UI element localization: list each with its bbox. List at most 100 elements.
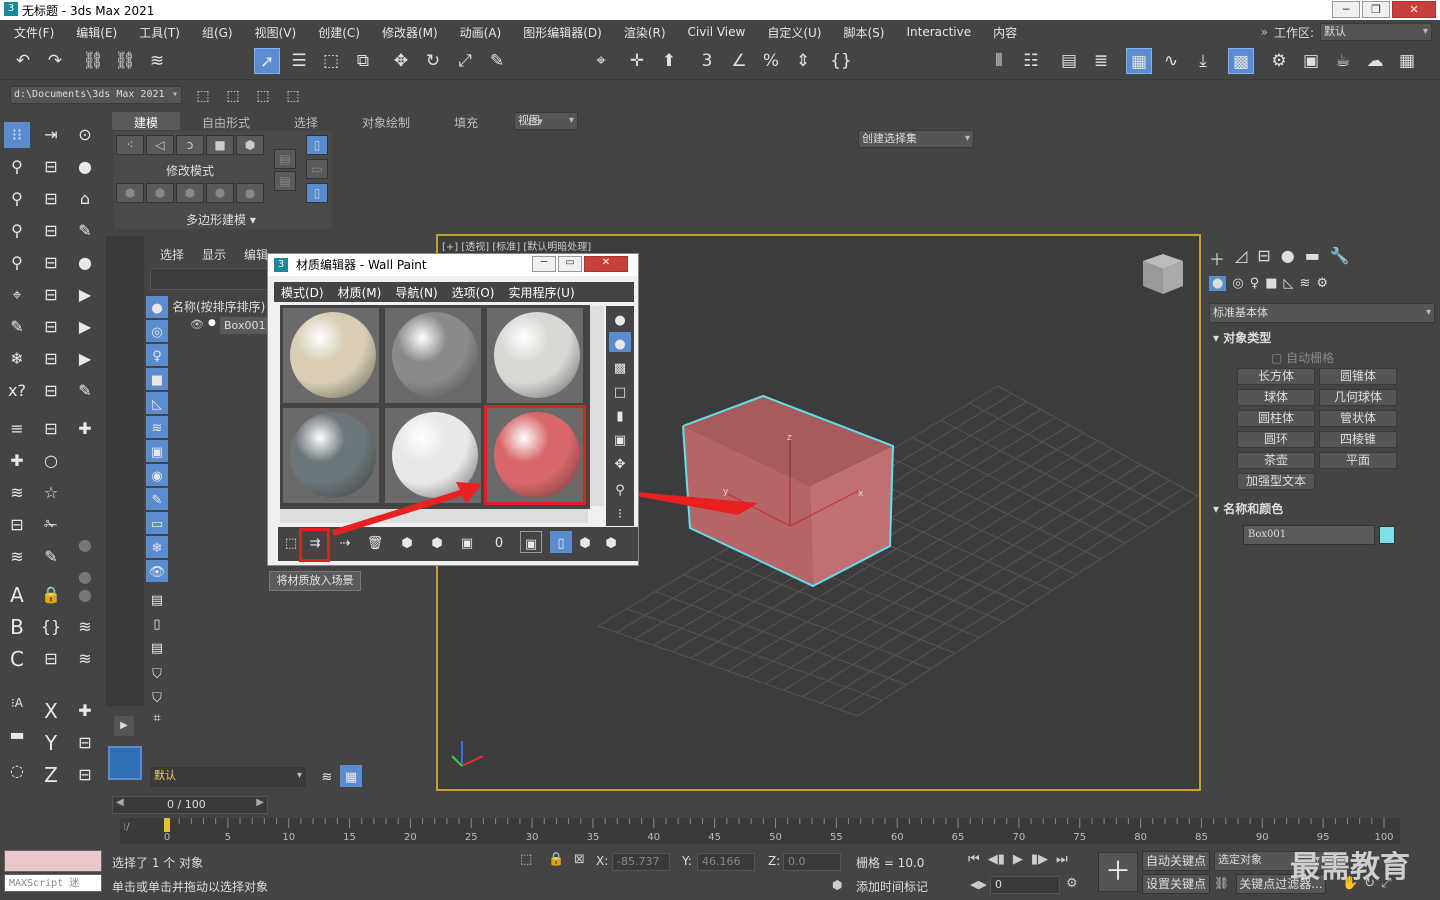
go-to-parent-icon[interactable]: ⬢ bbox=[574, 531, 596, 553]
tool-icon-9[interactable]: ⚲ bbox=[4, 250, 30, 276]
menu-item-3[interactable]: 组(G) bbox=[202, 24, 233, 41]
track-bar[interactable]: 0 5 10 15 20 25 30 35 40 45 50 55 60 65 70 75 80 85 90 95 10… bbox=[120, 818, 1400, 844]
shelf-icon-14[interactable]: ▶ bbox=[72, 282, 98, 308]
shelf-icon-36[interactable]: ● bbox=[72, 582, 98, 608]
time-config-icon[interactable]: ⚙ bbox=[1066, 876, 1078, 891]
menu-item-5[interactable]: 创建(C) bbox=[318, 24, 360, 41]
shelf-icon-10[interactable]: ⊟ bbox=[38, 250, 64, 276]
material-id-icon[interactable]: 0 bbox=[488, 531, 510, 553]
tool-icon-32[interactable]: ≋ bbox=[4, 544, 30, 570]
set-key-button[interactable]: 设置关键点 bbox=[1142, 874, 1210, 894]
ribbon-tool-5[interactable]: ● bbox=[236, 183, 264, 203]
object-type-button-5[interactable]: 管状体 bbox=[1319, 410, 1397, 427]
options-icon[interactable]: ✥ bbox=[609, 452, 631, 472]
circle-dots-icon[interactable]: ◌ bbox=[4, 758, 30, 784]
select-object-icon[interactable]: ➚ bbox=[254, 48, 280, 74]
vertex-icon[interactable]: ⁖ bbox=[116, 135, 144, 155]
object-type-button-9[interactable]: 平面 bbox=[1319, 452, 1397, 469]
menu-item-7[interactable]: 动画(A) bbox=[460, 24, 502, 41]
tool-icon-7[interactable]: ⚲ bbox=[4, 218, 30, 244]
ribbon-toggle-icon[interactable]: ▦ bbox=[1126, 48, 1152, 74]
scene-tab-1[interactable]: 显示 bbox=[202, 246, 226, 263]
find-icon[interactable]: ⌗ bbox=[146, 706, 168, 728]
absolute-mode-icon[interactable]: ⊠ bbox=[574, 852, 585, 867]
shelf-icon-29[interactable]: ☆ bbox=[38, 480, 64, 506]
y-axis-icon[interactable]: Y bbox=[38, 730, 64, 756]
project-path-dropdown[interactable]: d:\Documents\3ds Max 2021 bbox=[10, 86, 182, 104]
maxscript-mini-listener[interactable]: MAXScript 迷 bbox=[4, 874, 102, 892]
minimize-button[interactable]: ─ bbox=[1332, 1, 1360, 18]
display-none-icon[interactable]: ▯ bbox=[146, 612, 168, 634]
filter-cameras-icon[interactable]: ■ bbox=[146, 368, 168, 390]
filter-hidden-icon[interactable]: 👁 bbox=[146, 560, 168, 582]
create-tab-icon[interactable]: ＋ bbox=[1209, 246, 1225, 270]
tool-icon-26[interactable]: ✚ bbox=[4, 448, 30, 474]
shelf-icon-19[interactable]: ⊟ bbox=[38, 346, 64, 372]
ribbon-tool-4[interactable]: ⬢ bbox=[206, 183, 234, 203]
close-button[interactable]: ✕ bbox=[1392, 1, 1436, 18]
ribbon-tool-1[interactable]: ⬢ bbox=[116, 183, 144, 203]
modify-tab-icon[interactable]: ◿ bbox=[1235, 246, 1247, 270]
edit-named-sets-icon[interactable]: {} bbox=[828, 48, 854, 74]
display-tab-icon[interactable]: ▬ bbox=[1305, 246, 1320, 270]
render-setup-icon[interactable]: ⚙ bbox=[1266, 48, 1292, 74]
y-coord-field[interactable]: 46.166 bbox=[697, 853, 755, 871]
mat-menu-item-4[interactable]: 实用程序(U) bbox=[501, 284, 581, 301]
sample-slot-1[interactable] bbox=[282, 307, 380, 404]
filter-spacewarps-icon[interactable]: ≋ bbox=[146, 416, 168, 438]
shelf-icon-11[interactable]: ● bbox=[72, 250, 98, 276]
render-icon[interactable]: ☕ bbox=[1330, 48, 1356, 74]
tool-icon-15[interactable]: ✎ bbox=[4, 314, 30, 340]
current-frame-field[interactable]: 0 bbox=[990, 876, 1060, 894]
scene-explorer-icon[interactable]: ▤ bbox=[1056, 48, 1082, 74]
snaps-toggle-icon[interactable]: 3 bbox=[694, 48, 720, 74]
ribbon-side-3[interactable]: ▯ bbox=[306, 135, 328, 155]
shelf-icon-8[interactable]: ⊟ bbox=[38, 218, 64, 244]
layer-hierarchy-icon[interactable]: ▦ bbox=[340, 765, 362, 787]
mat-menu-item-3[interactable]: 选项(O) bbox=[445, 284, 502, 301]
background-icon[interactable]: ▩ bbox=[609, 356, 631, 376]
object-type-button-1[interactable]: 圆锥体 bbox=[1319, 368, 1397, 385]
ribbon-side-1[interactable]: ▤ bbox=[274, 149, 296, 169]
menu-item-2[interactable]: 工具(T) bbox=[139, 24, 180, 41]
project-icon[interactable]: ⬚ bbox=[190, 83, 216, 109]
tool-icon-a[interactable]: A bbox=[4, 582, 30, 608]
tool-icon-12[interactable]: ⌖ bbox=[4, 282, 30, 308]
render-frame-icon[interactable]: ▣ bbox=[1298, 48, 1324, 74]
mat-maximize-button[interactable]: ▭ bbox=[558, 256, 582, 272]
orbit-icon[interactable]: ↻ bbox=[1364, 876, 1375, 891]
shelf-icon-34[interactable]: ● bbox=[72, 532, 98, 558]
layer-dropdown[interactable]: 默认 bbox=[150, 767, 306, 787]
paint-icon[interactable]: ⚲ bbox=[4, 186, 30, 212]
go-to-start-icon[interactable]: ⏮ bbox=[968, 852, 980, 867]
object-type-button-6[interactable]: 圆环 bbox=[1237, 431, 1315, 448]
filter-helpers-icon[interactable]: ◺ bbox=[146, 392, 168, 414]
object-type-button-7[interactable]: 四棱锥 bbox=[1319, 431, 1397, 448]
redo-icon[interactable]: ↷ bbox=[42, 48, 68, 74]
object-type-button-2[interactable]: 球体 bbox=[1237, 389, 1315, 406]
tool-icon-18[interactable]: ❄ bbox=[4, 346, 30, 372]
set-key-big-button[interactable]: ＋ bbox=[1098, 852, 1138, 892]
video-color-icon[interactable]: ▮ bbox=[609, 404, 631, 424]
menu-item-11[interactable]: 自定义(U) bbox=[767, 24, 821, 41]
curve-mini-icon[interactable]: ⁝∕ bbox=[123, 822, 130, 833]
slots-vscrollbar[interactable] bbox=[590, 306, 604, 506]
ribbon-options-icon[interactable]: ⊡▾ bbox=[528, 115, 543, 128]
uv-tiling-icon[interactable]: □ bbox=[609, 380, 631, 400]
open-project-icon[interactable]: ⬚ bbox=[250, 83, 276, 109]
menu-item-12[interactable]: 脚本(S) bbox=[843, 24, 884, 41]
mat-menu-item-0[interactable]: 模式(D) bbox=[274, 284, 331, 301]
material-navigator-icon[interactable]: ⁝ bbox=[609, 502, 631, 522]
filter-funnel2-icon[interactable]: ⛉ bbox=[146, 686, 168, 708]
cameras-icon[interactable]: ■ bbox=[1265, 276, 1277, 291]
pan-icon[interactable]: ✋ bbox=[1342, 876, 1358, 891]
lasso-icon[interactable]: ⚲ bbox=[4, 154, 30, 180]
menu-item-8[interactable]: 图形编辑器(D) bbox=[523, 24, 602, 41]
auto-key-button[interactable]: 自动关键点 bbox=[1142, 851, 1210, 871]
align-icon[interactable]: ☷ bbox=[1018, 48, 1044, 74]
shelf-icon-33[interactable]: ✎ bbox=[38, 544, 64, 570]
element-icon[interactable]: ⬢ bbox=[236, 135, 264, 155]
filter-geometry-icon[interactable]: ● bbox=[146, 296, 168, 318]
previous-frame-icon[interactable]: ◀▮ bbox=[988, 852, 1005, 867]
render-cloud-icon[interactable]: ☁ bbox=[1362, 48, 1388, 74]
